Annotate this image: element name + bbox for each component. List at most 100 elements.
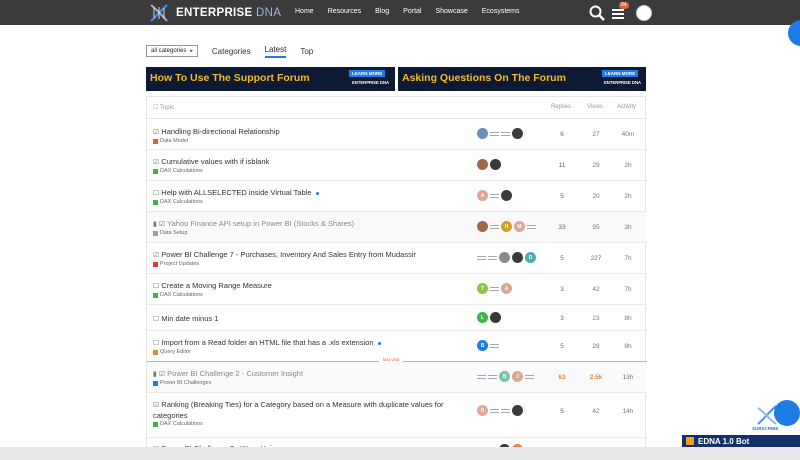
activity-time[interactable]: 7h bbox=[619, 286, 637, 293]
avatar[interactable] bbox=[512, 252, 523, 263]
category-badge[interactable]: DAX Calculations bbox=[153, 421, 203, 427]
avatar[interactable] bbox=[490, 131, 499, 136]
category-badge[interactable]: Data Model bbox=[153, 138, 188, 144]
nav-resources[interactable]: Resources bbox=[328, 8, 361, 15]
nav-ecosystems[interactable]: Ecosystems bbox=[482, 8, 520, 15]
avatar[interactable] bbox=[490, 312, 501, 323]
subscribe-label[interactable]: SUBSCRIBE bbox=[752, 426, 779, 431]
activity-time[interactable]: 8h bbox=[619, 315, 637, 322]
avatar[interactable]: B bbox=[477, 340, 488, 351]
chat-launcher-button[interactable] bbox=[774, 400, 800, 426]
topic-row[interactable]: ☑ Handling Bi-directional Relationship Da… bbox=[147, 120, 647, 150]
activity-time[interactable]: 40m bbox=[619, 131, 637, 138]
avatar[interactable]: T bbox=[477, 283, 488, 294]
column-activity[interactable]: Activity bbox=[617, 104, 636, 110]
avatar[interactable] bbox=[527, 224, 536, 229]
avatar[interactable]: L bbox=[477, 312, 488, 323]
topic-row[interactable]: ☐ Create a Moving Range Measure DAX Calcu… bbox=[147, 274, 647, 305]
avatar[interactable] bbox=[490, 159, 501, 170]
topic-row[interactable]: ☑ Ranking (Breaking Ties) for a Category … bbox=[147, 393, 647, 438]
avatar[interactable] bbox=[512, 128, 523, 139]
avatar[interactable]: B bbox=[499, 371, 510, 382]
topic-title-link[interactable]: Power BI Challenge 2 - Customer Insight bbox=[167, 369, 303, 378]
column-replies[interactable]: Replies bbox=[551, 104, 571, 110]
nav-home[interactable]: Home bbox=[295, 8, 314, 15]
banner-asking-questions[interactable]: Asking Questions On The Forum LEARN MORE… bbox=[398, 67, 646, 91]
activity-time[interactable]: 8h bbox=[619, 343, 637, 350]
hamburger-menu[interactable]: 94 bbox=[610, 2, 629, 22]
topic-title-link[interactable]: Import from a Read folder an HTML file t… bbox=[161, 338, 373, 347]
avatar[interactable]: H bbox=[501, 221, 512, 232]
category-badge[interactable]: Data Setup bbox=[153, 230, 188, 236]
avatar[interactable]: J bbox=[512, 371, 523, 382]
activity-time[interactable]: 13h bbox=[619, 374, 637, 381]
learn-more-button[interactable]: LEARN MORE bbox=[602, 70, 639, 77]
avatar[interactable] bbox=[490, 408, 499, 413]
activity-time[interactable]: 14h bbox=[619, 408, 637, 415]
avatar[interactable] bbox=[490, 224, 499, 229]
tab-categories[interactable]: Categories bbox=[212, 47, 251, 56]
avatar[interactable]: M bbox=[514, 221, 525, 232]
avatar[interactable] bbox=[499, 252, 510, 263]
topic-title-link[interactable]: Yahoo Finance API setup in Power BI (Sto… bbox=[167, 219, 354, 228]
poster-avatars: D bbox=[477, 252, 538, 263]
avatar[interactable] bbox=[490, 193, 499, 198]
nav-blog[interactable]: Blog bbox=[375, 8, 389, 15]
category-select[interactable]: all categories ▸ bbox=[146, 45, 198, 57]
avatar[interactable] bbox=[512, 405, 523, 416]
category-badge[interactable]: DAX Calculations bbox=[153, 292, 203, 298]
topic-title-link[interactable]: Power BI Challenge 7 - Purchases, Invent… bbox=[161, 250, 416, 259]
avatar[interactable] bbox=[477, 221, 488, 232]
tab-top[interactable]: Top bbox=[300, 47, 313, 56]
avatar[interactable]: A bbox=[477, 190, 488, 201]
topic-row[interactable]: ▮ ☑ Power BI Challenge 2 - Customer Insigh… bbox=[147, 362, 647, 393]
site-logo[interactable]: ENTERPRISE DNA bbox=[148, 3, 281, 23]
search-icon[interactable] bbox=[588, 4, 606, 22]
activity-time[interactable]: 2h bbox=[619, 162, 637, 169]
avatar[interactable] bbox=[490, 286, 499, 291]
avatar[interactable] bbox=[490, 343, 499, 348]
avatar[interactable] bbox=[501, 131, 510, 136]
topic-row[interactable]: ☑ Cumulative values with if isblank DAX C… bbox=[147, 150, 647, 181]
activity-time[interactable]: 3h bbox=[619, 224, 637, 231]
avatar[interactable] bbox=[501, 190, 512, 201]
banner-support-forum[interactable]: How To Use The Support Forum LEARN MORE … bbox=[146, 67, 395, 91]
category-badge[interactable]: Power BI Challenges bbox=[153, 380, 211, 386]
topic-row[interactable]: ☐ Min date minus 1 L 3 23 8h bbox=[147, 305, 647, 331]
avatar[interactable] bbox=[501, 408, 510, 413]
nav-showcase[interactable]: Showcase bbox=[435, 8, 467, 15]
column-topic[interactable]: ☐ Topic bbox=[153, 104, 174, 111]
category-badge[interactable]: DAX Calculations bbox=[153, 199, 203, 205]
topic-row[interactable]: ☑ Power BI Challenge 7 - Purchases, Inven… bbox=[147, 243, 647, 274]
activity-time[interactable]: 7h bbox=[619, 255, 637, 262]
category-badge[interactable]: DAX Calculations bbox=[153, 168, 203, 174]
avatar[interactable] bbox=[477, 159, 488, 170]
avatar[interactable]: D bbox=[477, 405, 488, 416]
avatar[interactable] bbox=[477, 128, 488, 139]
topic-title-link[interactable]: Ranking (Breaking Ties) for a Category b… bbox=[153, 400, 444, 420]
topic-title-link[interactable]: Help with ALLSELECTED inside Virtual Tab… bbox=[161, 188, 311, 197]
topic-title-link[interactable]: Handling Bi-directional Relationship bbox=[161, 127, 279, 136]
avatar[interactable] bbox=[488, 374, 497, 379]
topic-row[interactable]: ☐ Help with ALLSELECTED inside Virtual Ta… bbox=[147, 181, 647, 212]
topic-row[interactable]: ▮ ☑ Yahoo Finance API setup in Power BI (S… bbox=[147, 212, 647, 243]
avatar[interactable] bbox=[525, 374, 534, 379]
avatar[interactable]: A bbox=[501, 283, 512, 294]
user-avatar[interactable] bbox=[636, 5, 652, 21]
avatar[interactable]: D bbox=[525, 252, 536, 263]
topic-title-link[interactable]: Create a Moving Range Measure bbox=[161, 281, 271, 290]
topic-title-link[interactable]: Cumulative values with if isblank bbox=[161, 157, 269, 166]
nav-portal[interactable]: Portal bbox=[403, 8, 421, 15]
edna-bot-button[interactable]: EDNA 1.0 Bot bbox=[682, 435, 800, 447]
column-views[interactable]: Views bbox=[587, 104, 603, 110]
avatar[interactable] bbox=[477, 255, 486, 260]
learn-more-button[interactable]: LEARN MORE bbox=[349, 70, 386, 77]
avatar[interactable] bbox=[477, 374, 486, 379]
category-badge[interactable]: Query Editor bbox=[153, 349, 191, 355]
topic-title-link[interactable]: Min date minus 1 bbox=[161, 314, 218, 323]
main-nav: Home Resources Blog Portal Showcase Ecos… bbox=[295, 8, 534, 15]
tab-latest[interactable]: Latest bbox=[264, 45, 287, 58]
category-badge[interactable]: Project Updates bbox=[153, 261, 199, 267]
avatar[interactable] bbox=[488, 255, 497, 260]
activity-time[interactable]: 2h bbox=[619, 193, 637, 200]
